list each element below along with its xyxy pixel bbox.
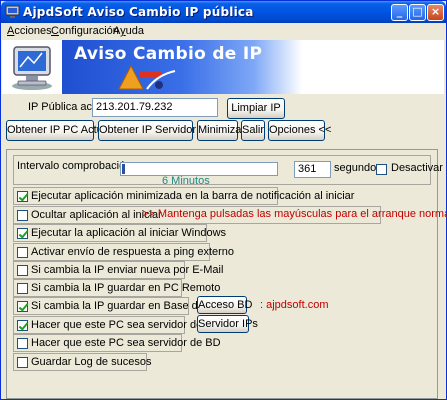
menu-ayuda-label: uda (125, 25, 144, 37)
option-checkbox[interactable] (17, 320, 28, 331)
public-ip-field[interactable]: 213.201.79.232 (92, 98, 218, 117)
option-checkbox[interactable] (17, 191, 28, 202)
option-label[interactable]: Activar envío de respuesta a ping extern… (31, 246, 234, 258)
menu-acciones-label: cciones (14, 25, 52, 37)
minimize-window-button[interactable]: _ (391, 4, 408, 21)
interval-seconds-input[interactable]: 361 (294, 161, 331, 178)
ip-server-button[interactable]: Servidor IPs (197, 315, 258, 333)
db-host-note: : ajpdsoft.com (260, 299, 329, 311)
disable-label: Desactivar (391, 162, 443, 174)
option-label[interactable]: Si cambia la IP guardar en PC Remoto (31, 282, 220, 294)
get-server-ip-button[interactable]: Obtener IP Servidor BD (98, 120, 214, 141)
option-row: Hacer que este PC sea servidor de IPs (13, 316, 221, 334)
menu-configuracion[interactable]: Configuración (51, 25, 119, 37)
main-window: AjpdSoft Aviso Cambio IP pública _ □ × A… (0, 0, 447, 400)
clear-ip-button[interactable]: Limpiar IP (227, 98, 285, 119)
seconds-label: segundos (334, 162, 382, 174)
minimize-button[interactable]: Minimizar (197, 120, 245, 141)
interval-row: Intervalo comprobación 6 Minutos 361 seg… (13, 155, 443, 187)
interval-label: Intervalo comprobación (17, 160, 132, 172)
db-access-button[interactable]: Acceso BD (197, 296, 252, 314)
ajpdsoft-logo (118, 64, 176, 90)
option-checkbox[interactable] (17, 247, 28, 258)
option-row: Si cambia la IP guardar en PC Remoto (13, 279, 220, 297)
window-title: AjpdSoft Aviso Cambio IP pública (23, 5, 254, 19)
option-row: Guardar Log de sucesos (13, 353, 151, 371)
get-local-ip-button[interactable]: Obtener IP PC Actual (6, 120, 111, 141)
title-bar[interactable]: AjpdSoft Aviso Cambio IP pública _ □ × (1, 1, 446, 23)
interval-slider-caption: 6 Minutos (162, 175, 210, 187)
maximize-window-button[interactable]: □ (409, 4, 426, 21)
option-row: Si cambia la IP enviar nueva por E-Mail (13, 261, 223, 279)
option-label[interactable]: Si cambia la IP enviar nueva por E-Mail (31, 264, 223, 276)
options-toggle-button[interactable]: Opciones << (268, 120, 331, 141)
interval-slider[interactable] (120, 162, 278, 176)
banner-title: Aviso Cambio de IP (74, 44, 263, 64)
option-checkbox[interactable] (17, 338, 28, 349)
options-panel: Intervalo comprobación 6 Minutos 361 seg… (6, 149, 447, 399)
option-label[interactable]: Hacer que este PC sea servidor de BD (31, 337, 221, 349)
close-window-button[interactable]: × (427, 4, 444, 21)
menu-bar: Acciones Configuración Ayuda (1, 23, 446, 40)
app-icon (5, 5, 20, 18)
option-row: Hacer que este PC sea servidor de BD (13, 334, 221, 352)
option-row: Si cambia la IP guardar en Base de datos (13, 297, 234, 315)
option-row: Ejecutar aplicación minimizada en la bar… (13, 187, 354, 205)
option-row: Ejecutar la aplicación al iniciar Window… (13, 224, 226, 242)
option-row: Activar envío de respuesta a ping extern… (13, 243, 234, 261)
startup-hint-note: >> Mantenga pulsadas las mayúsculas para… (142, 208, 447, 220)
menu-configuracion-label: onfiguración (58, 25, 119, 37)
menu-acciones[interactable]: Acciones (7, 25, 52, 37)
disable-checkbox[interactable] (376, 164, 387, 175)
option-label[interactable]: Guardar Log de sucesos (31, 356, 151, 368)
interval-slider-thumb[interactable] (122, 164, 125, 174)
banner: Aviso Cambio de IP (2, 40, 444, 94)
computer-monitor-icon (12, 46, 52, 90)
menu-configuracion-mnemonic: C (51, 25, 59, 37)
option-label[interactable]: Ejecutar la aplicación al iniciar Window… (31, 227, 226, 239)
option-checkbox[interactable] (17, 357, 28, 368)
option-checkbox[interactable] (17, 283, 28, 294)
option-checkbox[interactable] (17, 265, 28, 276)
option-label[interactable]: Hacer que este PC sea servidor de IPs (31, 319, 221, 331)
option-label[interactable]: Ejecutar aplicación minimizada en la bar… (31, 190, 354, 202)
option-checkbox[interactable] (17, 301, 28, 312)
option-checkbox[interactable] (17, 228, 28, 239)
menu-ayuda[interactable]: Ayuda (113, 25, 144, 37)
exit-button[interactable]: Salir (241, 120, 265, 141)
option-checkbox[interactable] (17, 210, 28, 221)
